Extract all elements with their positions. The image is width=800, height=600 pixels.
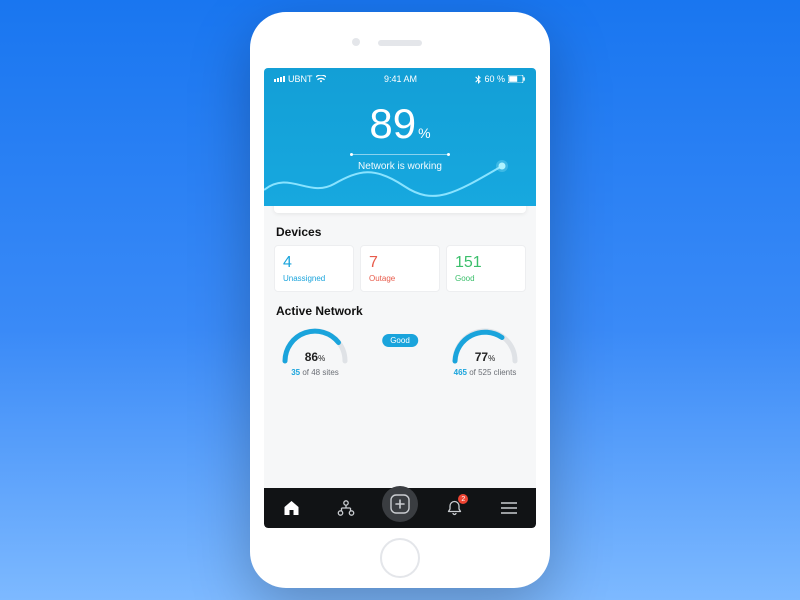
card-good[interactable]: 151 Good <box>446 245 526 292</box>
status-left: UBNT <box>274 74 326 84</box>
hero-panel: UBNT 9:41 AM 60 % 89% Network is working <box>264 68 536 206</box>
active-network-title: Active Network <box>276 304 526 318</box>
battery-label: 60 % <box>484 74 505 84</box>
plus-icon <box>390 494 410 514</box>
gauge-clients[interactable]: 77% 465 of 525 clients <box>448 324 522 377</box>
card-label: Good <box>455 274 517 283</box>
percent-sign: % <box>488 354 495 363</box>
sparkline-icon <box>264 160 536 200</box>
health-percent: 89 <box>369 100 416 148</box>
phone-frame: UBNT 9:41 AM 60 % 89% Network is working <box>250 12 550 588</box>
wifi-icon <box>316 75 326 83</box>
tab-bar: 2 <box>264 488 536 528</box>
tab-home[interactable] <box>273 490 309 526</box>
alerts-badge: 2 <box>458 494 468 504</box>
card-value: 151 <box>455 254 517 272</box>
menu-icon <box>501 502 517 514</box>
signal-icon <box>274 76 285 82</box>
search-field[interactable] <box>274 206 526 213</box>
content-area: Devices 4 Unassigned 7 Outage 151 Good A… <box>264 206 536 488</box>
status-bar: UBNT 9:41 AM 60 % <box>274 74 526 84</box>
card-outage[interactable]: 7 Outage <box>360 245 440 292</box>
screen: UBNT 9:41 AM 60 % 89% Network is working <box>264 68 536 528</box>
card-unassigned[interactable]: 4 Unassigned <box>274 245 354 292</box>
devices-title: Devices <box>276 225 526 239</box>
gauge-caption: 35 of 48 sites <box>278 368 352 377</box>
status-right: 60 % <box>475 74 526 84</box>
tab-alerts[interactable]: 2 <box>436 490 472 526</box>
phone-speaker <box>378 40 422 46</box>
gauge-caption: 465 of 525 clients <box>448 368 522 377</box>
card-value: 4 <box>283 254 345 272</box>
tab-add[interactable] <box>382 486 418 522</box>
gauges-row: Good 86% 35 of 48 sites 77% 465 of 52 <box>274 324 526 377</box>
bluetooth-icon <box>475 75 481 84</box>
home-button[interactable] <box>380 538 420 578</box>
device-cards: 4 Unassigned 7 Outage 151 Good <box>274 245 526 292</box>
phone-camera <box>352 38 360 46</box>
status-pill: Good <box>382 334 418 347</box>
status-time: 9:41 AM <box>384 74 417 84</box>
percent-sign: % <box>318 354 325 363</box>
gauge-percent: 77 <box>475 350 488 364</box>
percent-sign: % <box>418 125 430 141</box>
battery-icon <box>508 75 526 83</box>
card-label: Unassigned <box>283 274 345 283</box>
card-value: 7 <box>369 254 431 272</box>
tab-topology[interactable] <box>328 490 364 526</box>
card-label: Outage <box>369 274 431 283</box>
tab-menu[interactable] <box>491 490 527 526</box>
topology-icon <box>337 500 355 516</box>
carrier-label: UBNT <box>288 74 313 84</box>
gauge-sites[interactable]: 86% 35 of 48 sites <box>278 324 352 377</box>
gauge-percent: 86 <box>305 350 318 364</box>
home-icon <box>283 500 300 516</box>
headline-divider <box>350 154 450 155</box>
